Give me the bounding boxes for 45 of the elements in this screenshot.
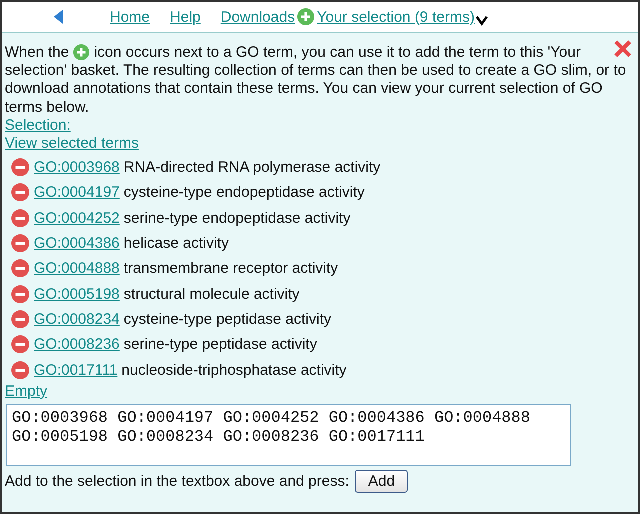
intro-text: selection' basket. The resulting collection of terms can then be used to create a GO slim, or to download annotations that contain these terms. You can view your current selection of GO terms below. <box>5 62 628 117</box>
terms-textbox[interactable]: GO:0003968 GO:0004197 GO:0004252 GO:0004386 GO:0004888 GO:0005198 GO:0008234 GO:0008236 GO:0017111 <box>6 404 571 466</box>
term-name: helicase activity <box>124 235 229 252</box>
term-id-link[interactable]: GO:0017111 <box>34 362 118 379</box>
remove-icon[interactable] <box>11 360 30 380</box>
plus-icon <box>73 44 90 61</box>
term-id-link[interactable]: GO:0005198 <box>34 286 120 303</box>
selection-link[interactable]: Selection: <box>5 117 71 134</box>
term-name: RNA-directed RNA polymerase activity <box>124 159 381 176</box>
add-button[interactable]: Add <box>355 470 408 493</box>
close-icon[interactable] <box>614 40 632 58</box>
term-name: serine-type endopeptidase activity <box>124 210 351 227</box>
term-name: transmembrane receptor activity <box>124 260 338 278</box>
term-id-link[interactable]: GO:0004252 <box>34 210 120 227</box>
caret-icon[interactable] <box>476 16 488 26</box>
remove-icon[interactable] <box>11 335 30 354</box>
plus-icon[interactable] <box>297 8 316 26</box>
term-id-link[interactable]: GO:0004888 <box>34 260 120 278</box>
term-id-link[interactable]: GO:0004386 <box>34 235 120 252</box>
term-id-link[interactable]: GO:0008236 <box>34 336 120 354</box>
intro-text: icon occurs next to a GO term, you can use it to add the term to this 'Your <box>94 44 581 61</box>
remove-icon[interactable] <box>11 310 30 329</box>
term-name: nucleoside-triphosphatase activity <box>122 362 347 379</box>
remove-icon[interactable] <box>11 234 30 254</box>
back-arrow-icon[interactable] <box>54 10 64 24</box>
remove-icon[interactable] <box>11 183 30 202</box>
empty-link[interactable]: Empty <box>5 382 48 400</box>
term-id-link[interactable]: GO:0003968 <box>34 159 120 176</box>
nav-link[interactable]: Downloads <box>220 8 296 26</box>
selection-menu-link[interactable]: Your selection (9 terms) <box>317 8 475 26</box>
term-id-link[interactable]: GO:0008234 <box>34 310 120 328</box>
intro-text: When the <box>5 44 70 61</box>
nav-link[interactable]: Help <box>170 8 201 26</box>
term-name: cysteine-type peptidase activity <box>124 310 332 328</box>
remove-icon[interactable] <box>11 259 30 278</box>
term-name: serine-type peptidase activity <box>124 336 318 354</box>
add-prompt: Add to the selection in the textbox above and press: <box>5 472 350 490</box>
remove-icon[interactable] <box>11 208 30 228</box>
view-selected-link[interactable]: View selected terms <box>5 135 139 152</box>
remove-icon[interactable] <box>11 158 30 178</box>
term-id-link[interactable]: GO:0004197 <box>34 184 120 202</box>
nav-link[interactable]: Home <box>110 8 150 26</box>
remove-icon[interactable] <box>11 284 30 304</box>
term-name: cysteine-type endopeptidase activity <box>124 184 365 202</box>
term-name: structural molecule activity <box>124 286 300 303</box>
